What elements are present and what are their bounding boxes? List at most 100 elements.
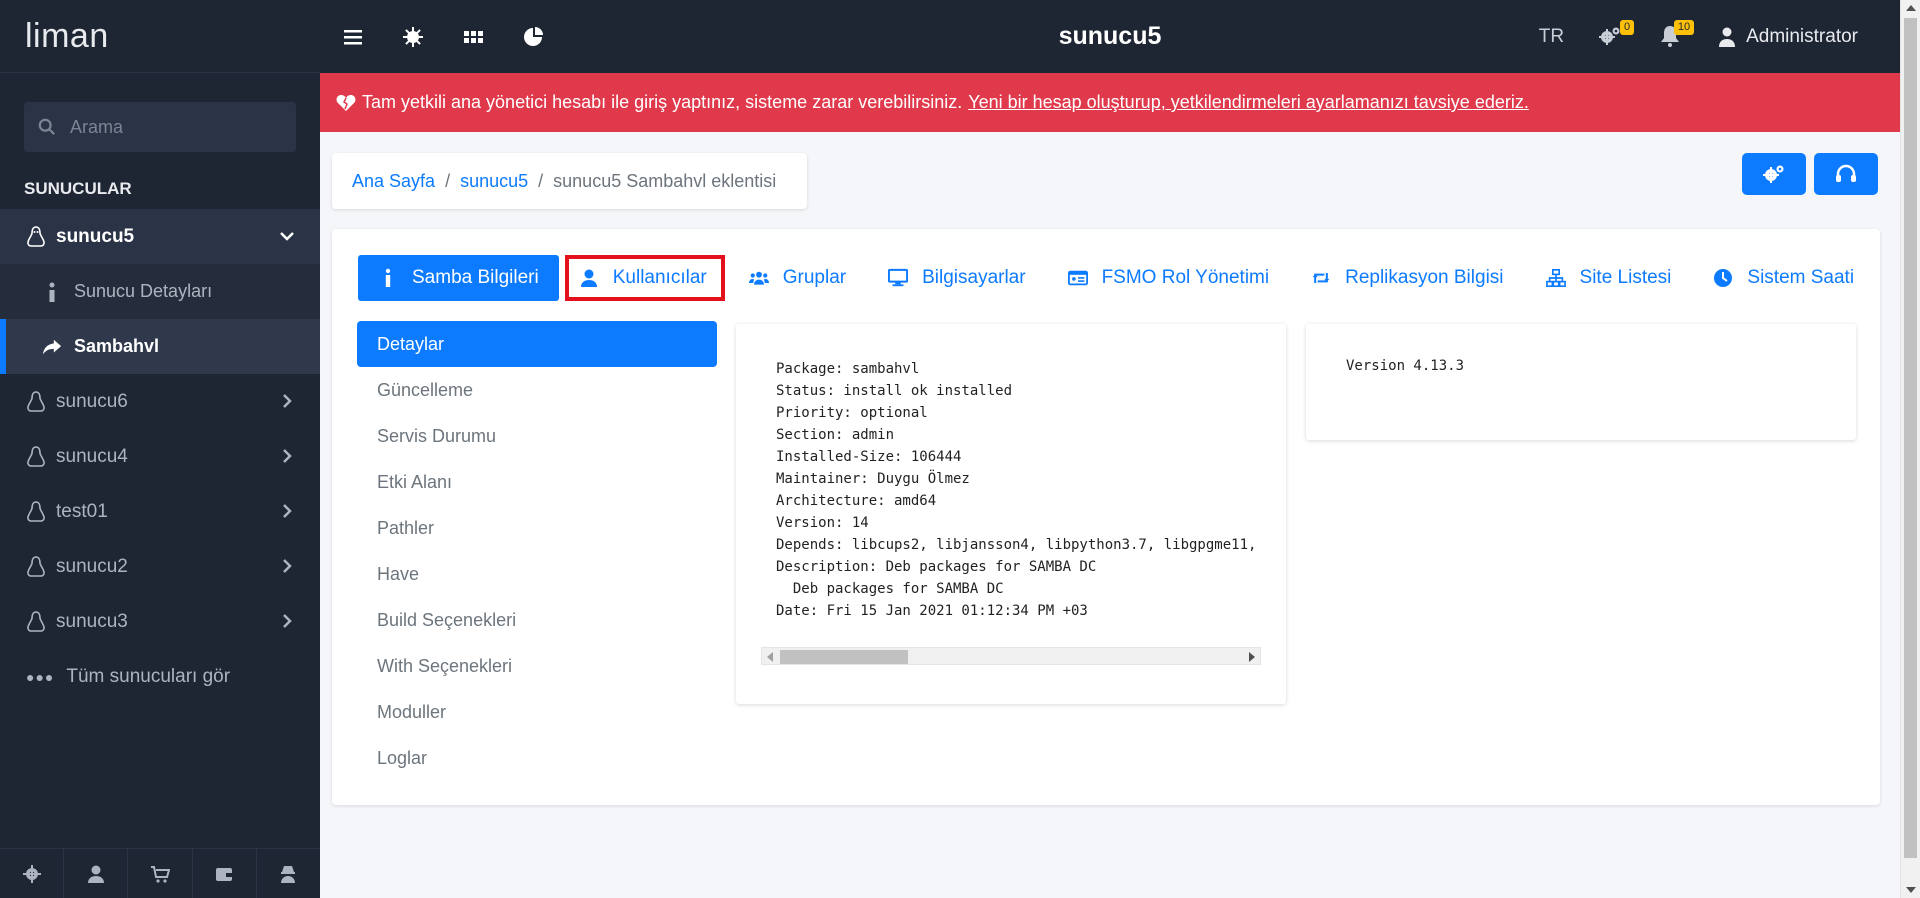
package-info-panel: Package: sambahvl Status: install ok ins… — [736, 324, 1286, 704]
alert-text: Tam yetkili ana yönetici hesabı ile giri… — [362, 92, 963, 112]
settings-button[interactable] — [0, 849, 65, 898]
sidebar-subitem-sambahvl[interactable]: Sambahvl — [0, 319, 320, 374]
wallet-icon — [216, 867, 233, 881]
breadcrumb-separator: / — [538, 170, 544, 191]
gear-icon[interactable] — [402, 26, 424, 48]
tab-label: FSMO Rol Yönetimi — [1101, 267, 1270, 288]
sidebar-item-sunucu5[interactable]: sunucu5 — [0, 209, 320, 264]
pill-details[interactable]: Detaylar — [357, 321, 717, 367]
sidebar-item-label: sunucu6 — [56, 390, 128, 412]
pill-build-options[interactable]: Build Seçenekleri — [357, 597, 717, 643]
version-panel: Version 4.13.3 — [1306, 324, 1856, 440]
settings-badge: 0 — [1619, 19, 1635, 35]
chevron-right-icon — [283, 394, 292, 408]
pill-paths[interactable]: Pathler — [357, 505, 717, 551]
user-icon — [1719, 27, 1736, 47]
tab-computers[interactable]: Bilgisayarlar — [870, 255, 1043, 301]
sidebar-item-test01[interactable]: test01 — [0, 484, 320, 539]
alert-link[interactable]: Yeni bir hesap oluşturup, yetkilendirmel… — [968, 92, 1529, 113]
user-icon — [580, 269, 597, 287]
tab-label: Replikasyon Bilgisi — [1345, 267, 1504, 288]
heart-broken-icon — [336, 94, 356, 111]
tab-replication[interactable]: Replikasyon Bilgisi — [1293, 255, 1521, 301]
tab-users[interactable]: Kullanıcılar — [564, 255, 725, 301]
sidebar-item-sunucu2[interactable]: sunucu2 — [0, 539, 320, 594]
settings-menu-button[interactable]: 0 — [1598, 19, 1635, 50]
cogs-icon — [1763, 165, 1784, 183]
wallet-button[interactable] — [193, 849, 257, 898]
app-logo[interactable]: liman — [0, 0, 320, 73]
tab-site-list[interactable]: Site Listesi — [1528, 255, 1690, 301]
pill-update[interactable]: Güncelleme — [357, 367, 717, 413]
desktop-icon — [888, 268, 909, 287]
pill-service-status[interactable]: Servis Durumu — [357, 413, 717, 459]
spy-button[interactable] — [257, 849, 320, 898]
tab-label: Kullanıcılar — [612, 267, 707, 288]
pill-with-options[interactable]: With Seçenekleri — [357, 643, 717, 689]
scroll-up-arrow-icon[interactable] — [1906, 5, 1916, 11]
page-actions — [1742, 153, 1878, 195]
all-servers-link[interactable]: ●●● Tüm sunucuları gör — [0, 649, 320, 704]
user-menu[interactable]: Administrator — [1718, 26, 1858, 48]
user-name: Administrator — [1746, 25, 1858, 47]
linux-icon — [27, 610, 45, 632]
linux-icon — [27, 445, 45, 467]
breadcrumb-home[interactable]: Ana Sayfa — [352, 171, 435, 192]
section-title: SUNUCULAR — [24, 179, 132, 198]
scroll-down-arrow-icon[interactable] — [1906, 887, 1916, 893]
tab-label: Site Listesi — [1579, 267, 1672, 288]
ellipsis-icon: ●●● — [26, 668, 55, 685]
pill-modules[interactable]: Moduller — [357, 689, 717, 735]
menu-icon[interactable] — [342, 26, 364, 48]
breadcrumb-current: sunucu5 Sambahvl eklentisi — [553, 170, 777, 191]
share-icon — [42, 339, 62, 354]
sitemap-icon — [1545, 269, 1566, 287]
horizontal-scrollbar[interactable] — [761, 647, 1261, 665]
profile-button[interactable] — [64, 849, 129, 898]
language-selector[interactable]: TR — [1539, 26, 1564, 48]
package-info-text: Package: sambahvl Status: install ok ins… — [776, 361, 1257, 619]
sidebar-subitem-server-details[interactable]: Sunucu Detayları — [0, 264, 320, 319]
sidebar-footer — [0, 848, 320, 898]
page-vertical-scrollbar[interactable] — [1900, 0, 1920, 898]
sidebar-item-label: sunucu5 — [56, 225, 135, 247]
tab-groups[interactable]: Gruplar — [731, 255, 864, 301]
sidebar-item-sunucu4[interactable]: sunucu4 — [0, 429, 320, 484]
topbar-right: TR 0 10 Administrator — [1539, 0, 1858, 73]
chart-pie-icon[interactable] — [522, 26, 544, 48]
settings-icon — [22, 864, 41, 883]
users-icon — [748, 271, 769, 285]
scrollbar-thumb[interactable] — [1904, 18, 1917, 858]
chevron-right-icon — [283, 614, 292, 628]
tab-samba-info[interactable]: Samba Bilgileri — [358, 255, 559, 301]
scroll-left-arrow-icon[interactable] — [767, 652, 773, 662]
sidebar-item-sunucu6[interactable]: sunucu6 — [0, 374, 320, 429]
extension-card: Samba Bilgileri Kullanıcılar Gruplar Bil… — [332, 229, 1880, 805]
chevron-right-icon — [283, 504, 292, 518]
tab-system-time[interactable]: Sistem Saati — [1695, 255, 1872, 301]
scroll-right-arrow-icon[interactable] — [1249, 652, 1255, 662]
tab-fsmo[interactable]: FSMO Rol Yönetimi — [1050, 255, 1288, 301]
topbar: sunucu5 TR 0 10 Administrator — [320, 0, 1900, 73]
pill-logs[interactable]: Loglar — [357, 735, 717, 781]
search-input[interactable]: Arama — [24, 102, 296, 152]
tab-label: Bilgisayarlar — [922, 267, 1026, 288]
sidebar: liman Arama SUNUCULAR sunucu5 Sunucu Det… — [0, 0, 320, 898]
tab-label: Gruplar — [782, 267, 847, 288]
sidebar-item-sunucu3[interactable]: sunucu3 — [0, 594, 320, 649]
detail-nav: Detaylar Güncelleme Servis Durumu Etki A… — [357, 321, 717, 781]
search-icon — [38, 118, 55, 135]
chevron-down-icon — [280, 232, 294, 241]
tab-bar: Samba Bilgileri Kullanıcılar Gruplar Bil… — [358, 255, 1878, 301]
support-button[interactable] — [1814, 153, 1878, 195]
breadcrumb-server[interactable]: sunucu5 — [460, 171, 528, 192]
market-button[interactable] — [128, 849, 193, 898]
scrollbar-thumb[interactable] — [780, 650, 908, 664]
all-servers-label: Tüm sunucuları gör — [66, 665, 231, 687]
extension-settings-button[interactable] — [1742, 153, 1806, 195]
grid-icon[interactable] — [462, 26, 484, 48]
breadcrumb: Ana Sayfa / sunucu5 / sunucu5 Sambahvl e… — [332, 153, 807, 209]
pill-have[interactable]: Have — [357, 551, 717, 597]
pill-domain[interactable]: Etki Alanı — [357, 459, 717, 505]
notifications-button[interactable]: 10 — [1658, 19, 1695, 50]
